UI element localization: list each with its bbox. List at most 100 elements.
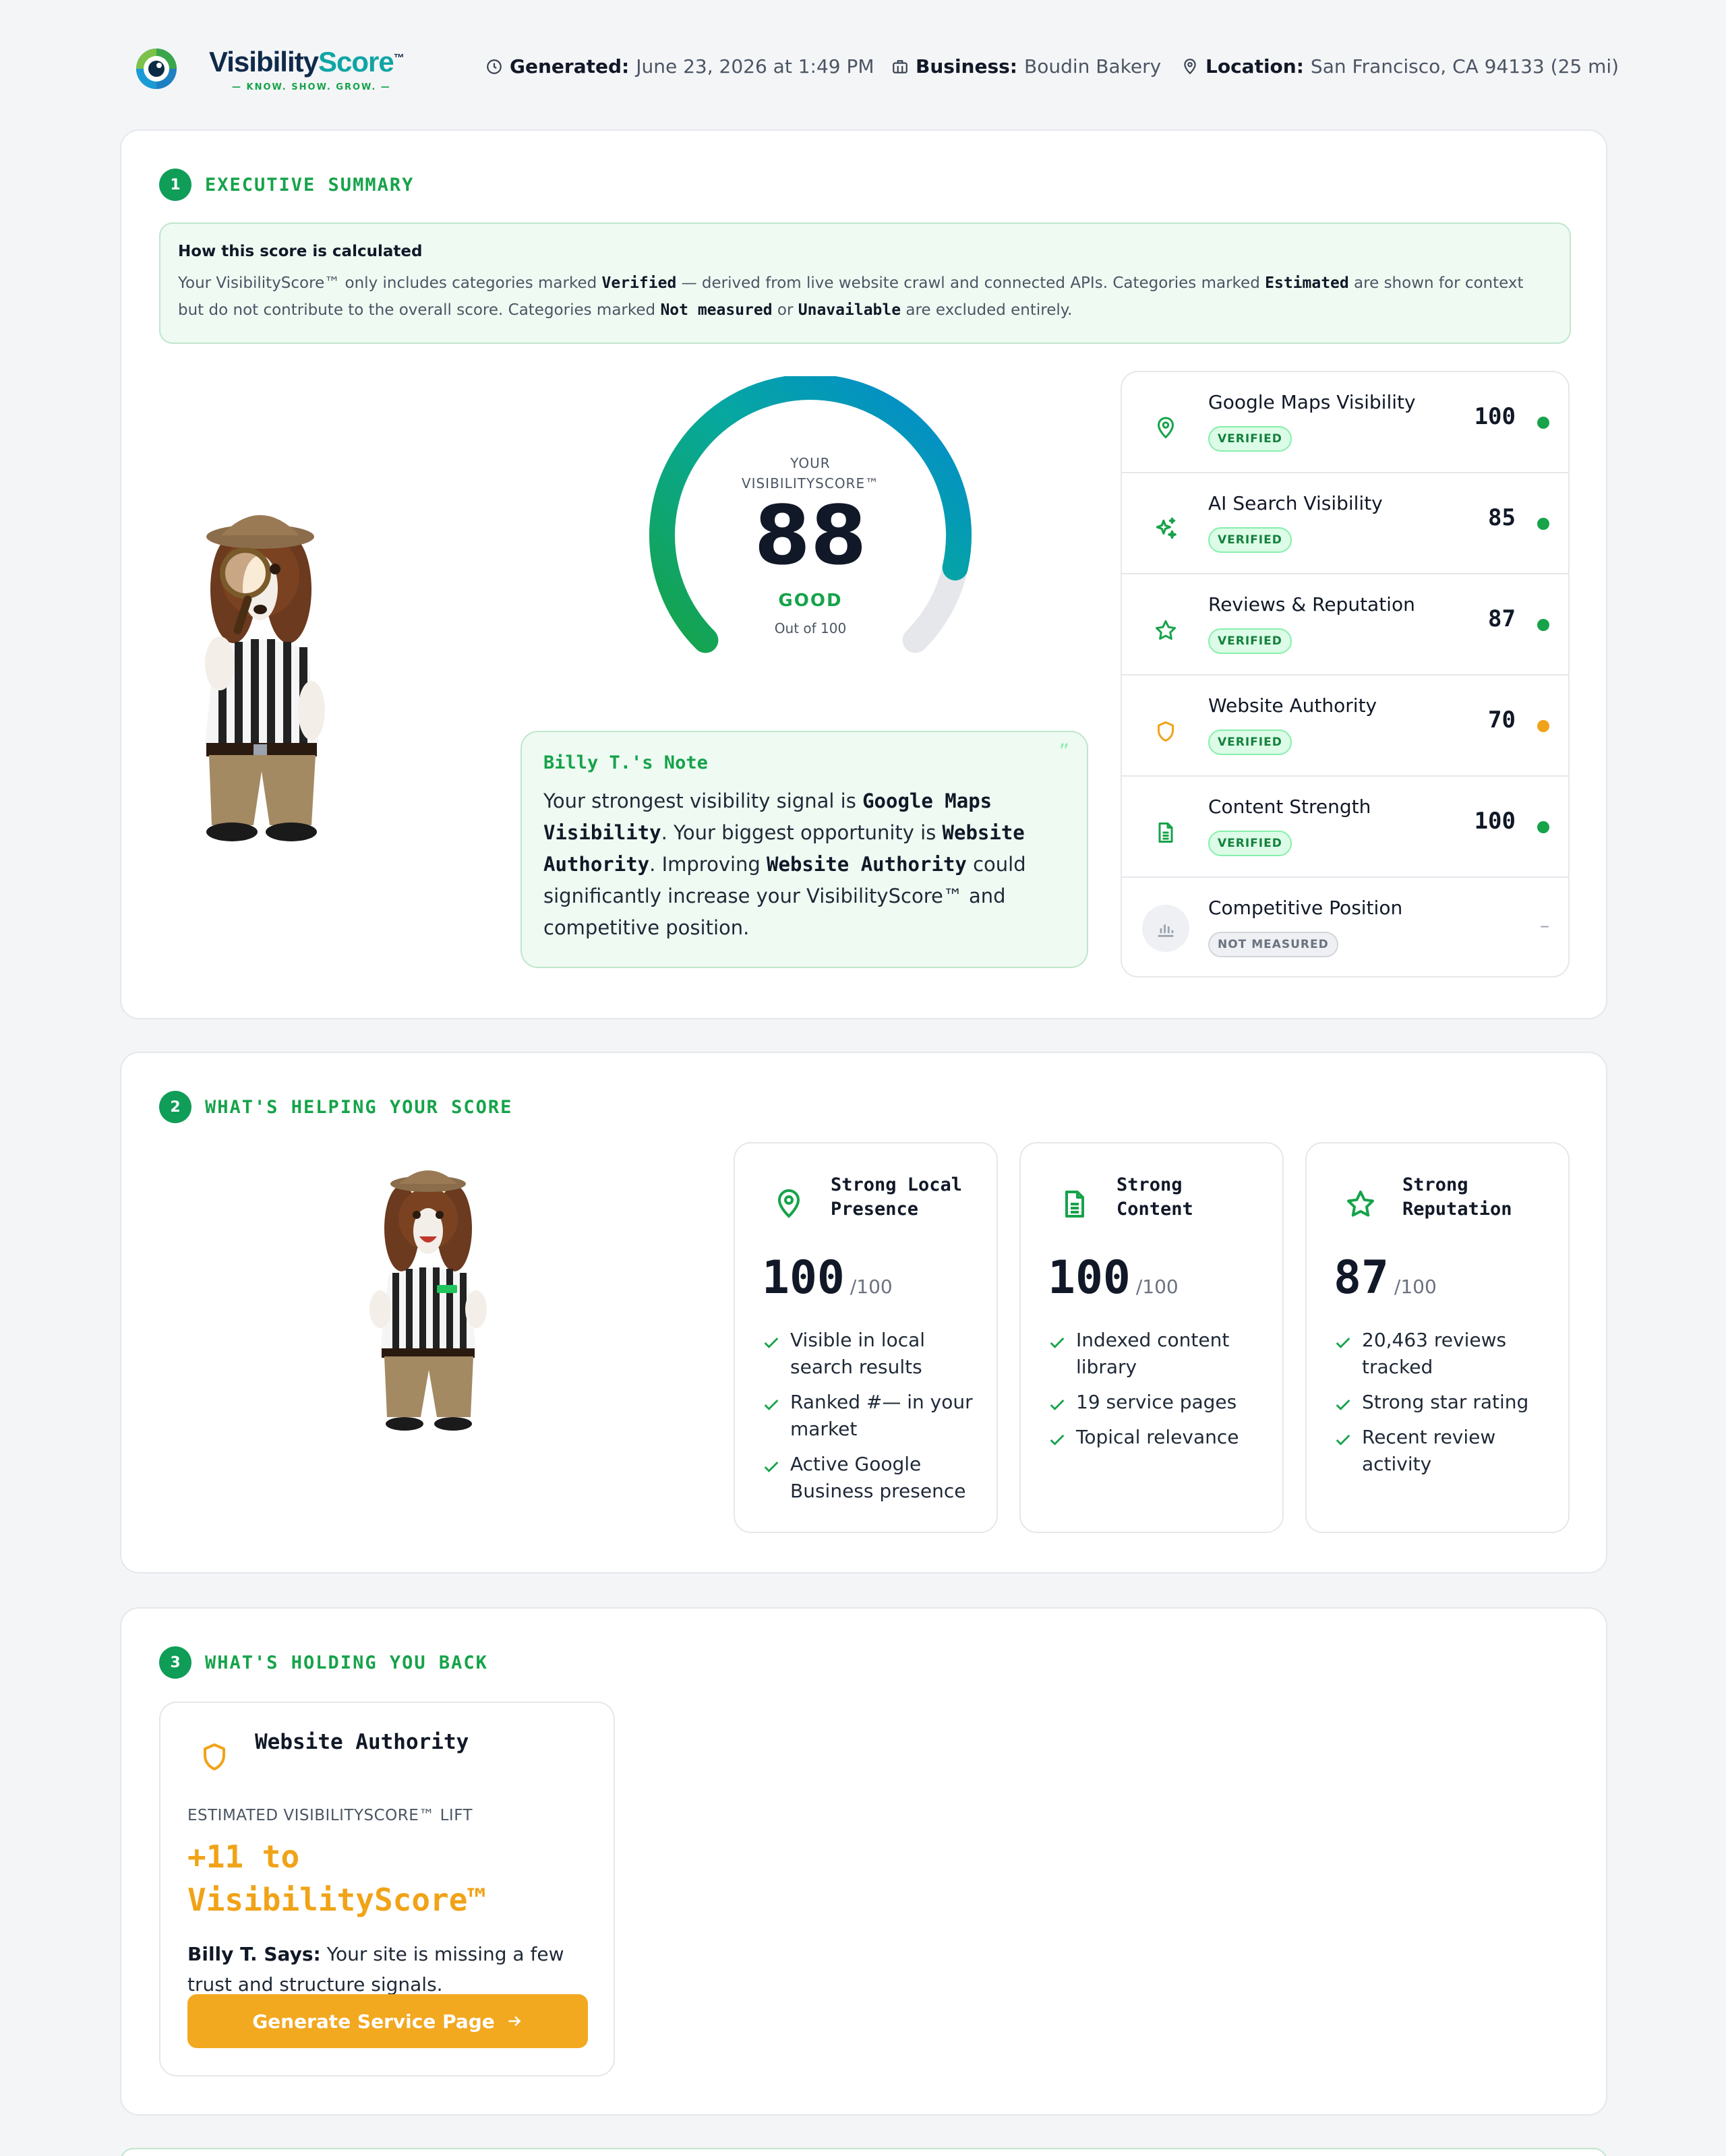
category-row-ai-search[interactable]: AI Search Visibility VERIFIED 85: [1122, 473, 1568, 574]
verified-badge: VERIFIED: [1208, 831, 1292, 856]
category-score: 85: [1488, 504, 1516, 531]
note-body: Your strongest visibility signal is Goog…: [543, 789, 1026, 939]
holding-back-card: 3 WHAT'S HOLDING YOU BACK Website Author…: [120, 1607, 1607, 2116]
check-icon: [764, 1462, 779, 1472]
calc-title: How this score is calculated: [178, 243, 423, 260]
score-calculation-info: How this score is calculated Your Visibi…: [159, 222, 1571, 344]
list-item: 19 service pages: [1048, 1389, 1270, 1416]
star-icon: [1143, 608, 1188, 653]
location-meta: Location: San Francisco, CA 94133 (25 mi…: [1181, 55, 1619, 78]
check-icon: [764, 1338, 779, 1348]
map-pin-icon: [777, 1189, 800, 1218]
sparkles-icon: [1143, 507, 1188, 551]
mascot-happy-dog-image: [369, 1170, 487, 1431]
category-row-website-authority[interactable]: Website Authority VERIFIED 70: [1122, 676, 1568, 777]
card-title: Strong Local Presence: [831, 1174, 963, 1220]
arrow-right-icon: [508, 2016, 521, 2027]
category-row-content-strength[interactable]: Content Strength VERIFIED 100: [1122, 777, 1568, 878]
estimated-lift-value: +11 to VisibilityScore™: [187, 1838, 487, 1918]
section-title: EXECUTIVE SUMMARY: [205, 174, 415, 196]
score-rating: GOOD: [778, 591, 843, 611]
verified-badge: VERIFIED: [1208, 426, 1292, 452]
verified-badge: VERIFIED: [1208, 628, 1292, 654]
section-header: 1 EXECUTIVE SUMMARY: [159, 169, 414, 201]
category-score: 100: [1474, 808, 1516, 835]
category-score: –: [1540, 914, 1549, 936]
card-score: 100/100: [762, 1251, 893, 1305]
section-title: WHAT'S HOLDING YOU BACK: [205, 1652, 488, 1673]
generated-meta: Generated: June 23, 2026 at 1:49 PM: [485, 55, 874, 78]
quote-icon: ”: [1059, 740, 1069, 764]
map-pin-icon: [1184, 58, 1196, 74]
card-title: Strong Content: [1117, 1174, 1193, 1220]
list-item: Indexed content library: [1048, 1327, 1270, 1381]
check-icon: [1050, 1435, 1065, 1445]
website-authority-opportunity-card: Website Authority ESTIMATED VISIBILITYSC…: [159, 1702, 615, 2076]
calc-description: Your VisibilityScore™ only includes cate…: [178, 274, 1524, 319]
card-score: 100/100: [1048, 1251, 1179, 1305]
category-score: 100: [1474, 403, 1516, 430]
star-icon: [1347, 1191, 1374, 1217]
check-icon: [764, 1400, 779, 1410]
list-item: Topical relevance: [1048, 1424, 1270, 1451]
section-number: 2: [159, 1091, 191, 1123]
category-list: Google Maps Visibility VERIFIED 100 AI S…: [1121, 371, 1570, 978]
map-pin-icon: [1143, 406, 1188, 450]
check-icon: [1050, 1338, 1065, 1348]
score-out-of: Out of 100: [774, 620, 847, 636]
check-icon: [1050, 1400, 1065, 1410]
section-title: WHAT'S HELPING YOUR SCORE: [205, 1096, 513, 1118]
strong-reputation-card: Strong Reputation 87/100 20,463 reviews t…: [1305, 1142, 1570, 1533]
category-name: Content Strength: [1208, 796, 1371, 818]
category-score: 87: [1488, 605, 1516, 632]
estimated-lift-label: ESTIMATED VISIBILITYSCORE™ LIFT: [187, 1807, 473, 1824]
strength-list: 20,463 reviews tracked Strong star ratin…: [1334, 1327, 1556, 1486]
category-row-competitive-position[interactable]: Competitive Position NOT MEASURED –: [1122, 878, 1568, 976]
status-dot: [1537, 720, 1549, 732]
category-name: Website Authority: [1208, 694, 1377, 717]
check-icon: [1336, 1400, 1350, 1410]
eye-logo-icon: [136, 49, 177, 89]
card-title: Website Authority: [255, 1730, 469, 1754]
category-row-reviews[interactable]: Reviews & Reputation VERIFIED 87: [1122, 574, 1568, 676]
strong-local-presence-card: Strong Local Presence 100/100 Visible in …: [734, 1142, 998, 1533]
status-dot: [1537, 619, 1549, 631]
clock-icon: [487, 59, 502, 74]
note-title: Billy T.'s Note: [543, 752, 708, 773]
executive-summary-card: 1 EXECUTIVE SUMMARY How this score is ca…: [120, 129, 1607, 1019]
helping-score-card: 2 WHAT'S HELPING YOUR SCORE Strong Local…: [120, 1052, 1607, 1574]
card-title: Strong Reputation: [1402, 1174, 1512, 1220]
status-dot: [1537, 518, 1549, 530]
verified-badge: VERIFIED: [1208, 527, 1292, 553]
billy-note: ” Billy T.'s Note Your strongest visibil…: [520, 731, 1088, 968]
strong-content-card: Strong Content 100/100 Indexed content li…: [1019, 1142, 1284, 1533]
section-header: 3 WHAT'S HOLDING YOU BACK: [159, 1646, 488, 1679]
not-measured-badge: NOT MEASURED: [1208, 932, 1338, 957]
section-number: 3: [159, 1646, 191, 1679]
category-score: 70: [1488, 707, 1516, 733]
status-dot: [1537, 417, 1549, 429]
report-header: VisibilityScore™ — KNOW. SHOW. GROW. — G…: [132, 43, 1619, 94]
category-name: Google Maps Visibility: [1208, 391, 1416, 413]
shield-icon: [1143, 709, 1188, 754]
visibility-score-gauge: YOUR VISIBILITYSCORE™ 88 GOOD Out of 100: [628, 374, 992, 686]
category-name: Competitive Position: [1208, 897, 1403, 919]
shield-icon: [204, 1743, 225, 1770]
category-name: Reviews & Reputation: [1208, 593, 1415, 616]
category-name: AI Search Visibility: [1208, 492, 1383, 514]
business-meta: Business: Boudin Bakery: [891, 55, 1161, 78]
briefcase-icon: [893, 59, 907, 73]
strength-list: Visible in local search results Ranked #…: [762, 1327, 984, 1513]
list-item: Recent review activity: [1334, 1424, 1556, 1478]
gauge-label: YOUR VISIBILITYSCORE™: [741, 455, 880, 491]
category-row-google-maps[interactable]: Google Maps Visibility VERIFIED 100: [1122, 372, 1568, 473]
section-header: 2 WHAT'S HELPING YOUR SCORE: [159, 1091, 512, 1123]
list-item: 20,463 reviews tracked: [1334, 1327, 1556, 1381]
list-item: Ranked #— in your market: [762, 1389, 984, 1443]
brand-name: VisibilityScore™: [209, 46, 405, 78]
brand-tagline: — KNOW. SHOW. GROW. —: [232, 82, 391, 92]
card-score: 87/100: [1334, 1251, 1437, 1305]
document-icon: [1065, 1191, 1084, 1218]
generate-service-page-button[interactable]: Generate Service Page: [187, 1994, 588, 2048]
next-section-card: [120, 2148, 1607, 2156]
